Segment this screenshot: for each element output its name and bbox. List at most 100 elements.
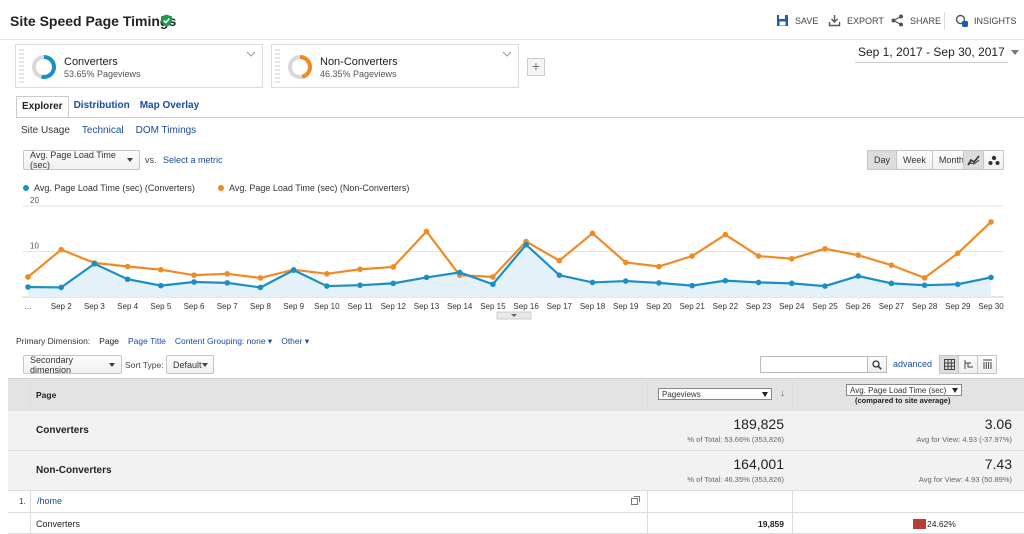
comparison-view-button[interactable]	[958, 355, 978, 374]
table-search-input[interactable]	[760, 356, 868, 373]
export-icon	[828, 15, 841, 27]
chevron-down-icon[interactable]	[246, 51, 256, 57]
advanced-filter-link[interactable]: advanced	[893, 359, 932, 369]
data-point	[257, 275, 264, 281]
subtab-dom-timings[interactable]: DOM Timings	[136, 125, 197, 136]
x-tick-label: Sep 29	[945, 302, 971, 311]
subtab-technical[interactable]: Technical	[82, 125, 124, 136]
data-point	[622, 259, 629, 266]
subtab-site-usage[interactable]: Site Usage	[21, 125, 70, 136]
group-pageviews: 164,001	[733, 456, 784, 472]
primary-dimension-page[interactable]: Page	[99, 336, 119, 347]
x-tick-label: Sep 23	[746, 302, 772, 311]
drag-handle-icon[interactable]	[275, 49, 280, 83]
tab-distribution[interactable]: Distribution	[69, 96, 135, 118]
tab-map-overlay[interactable]: Map Overlay	[135, 96, 204, 118]
pageviews-metric-select[interactable]: Pageviews	[658, 388, 772, 400]
date-range-text: Sep 1, 2017 - Sep 30, 2017	[858, 45, 1005, 59]
sort-desc-icon[interactable]: ↓	[780, 388, 785, 399]
x-tick-label: Sep 2	[51, 302, 72, 311]
metric-dropdown[interactable]: Avg. Page Load Time (sec)	[23, 150, 140, 170]
row-page-link[interactable]: /home	[37, 496, 62, 506]
x-tick-label: Sep 7	[217, 302, 238, 311]
insights-button[interactable]: INSIGHTS	[955, 14, 1017, 27]
pivot-view-button[interactable]	[977, 355, 997, 374]
date-range-picker[interactable]: Sep 1, 2017 - Sep 30, 2017	[858, 45, 1019, 59]
save-label: SAVE	[795, 15, 819, 26]
primary-dimension-page-title[interactable]: Page Title	[128, 336, 166, 347]
drag-handle-icon[interactable]	[19, 49, 24, 83]
data-point	[755, 253, 762, 259]
secondary-dimension-dropdown[interactable]: Secondary dimension	[23, 354, 122, 375]
data-point	[58, 246, 65, 253]
caret-down-icon	[762, 391, 768, 397]
primary-dimension-other[interactable]: Other ▾	[281, 336, 309, 347]
save-button[interactable]: SAVE	[776, 14, 818, 27]
tab-explorer[interactable]: Explorer	[16, 96, 69, 118]
table-row: 1. /home	[8, 491, 1024, 513]
week-button[interactable]: Week	[896, 150, 933, 170]
data-point	[722, 231, 729, 238]
insights-icon	[955, 14, 968, 27]
data-point	[423, 274, 430, 281]
report-tabs: Explorer Distribution Map Overlay	[16, 96, 204, 118]
data-point	[191, 272, 197, 278]
data-point	[988, 274, 994, 281]
primary-dimension-bar: Primary Dimension: Page Page Title Conte…	[16, 336, 309, 347]
chevron-down-icon[interactable]	[502, 51, 512, 57]
data-point	[25, 284, 31, 290]
data-point	[788, 280, 795, 287]
segment-name: Non-Converters	[320, 56, 398, 68]
line-chart-icon	[967, 154, 980, 165]
sort-type-dropdown[interactable]: Default	[166, 355, 214, 374]
segment-share: 53.65% Pageviews	[64, 69, 141, 79]
add-segment-button[interactable]: +	[527, 58, 545, 76]
sort-type-value: Default	[173, 359, 202, 370]
x-tick-label: Sep 6	[184, 302, 205, 311]
primary-dimension-content-grouping[interactable]: Content Grouping: none ▾	[175, 336, 272, 347]
data-point	[58, 284, 65, 291]
loadtime-metric-select[interactable]: Avg. Page Load Time (sec)	[846, 384, 962, 396]
column-header-page[interactable]: Page	[36, 390, 56, 400]
segment-card-converters[interactable]: Converters 53.65% Pageviews	[15, 44, 263, 88]
group-row-converters: Converters 189,825 % of Total: 53.66% (3…	[8, 411, 1024, 451]
content-grouping-label: Content Grouping: none	[174, 336, 266, 346]
data-point	[888, 280, 895, 287]
data-point	[158, 282, 164, 289]
group-name: Converters	[36, 425, 89, 436]
data-point	[390, 264, 397, 270]
search-button[interactable]	[867, 356, 887, 373]
data-point	[888, 262, 895, 268]
data-point	[921, 282, 928, 288]
data-point	[158, 266, 164, 273]
sort-type-label: Sort Type:	[125, 360, 164, 370]
segment-card-non-converters[interactable]: Non-Converters 46.35% Pageviews	[271, 44, 519, 88]
share-button[interactable]: SHARE	[891, 14, 941, 27]
data-point	[224, 280, 231, 286]
x-tick-label: Sep 25	[812, 302, 838, 311]
motion-chart-button[interactable]	[983, 150, 1004, 170]
select-metric-link[interactable]: Select a metric	[163, 155, 223, 165]
day-button[interactable]: Day	[867, 150, 898, 170]
line-chart-button[interactable]	[963, 150, 984, 170]
data-point	[822, 283, 828, 289]
data-point	[855, 273, 861, 279]
row-number: 1.	[19, 497, 26, 506]
x-tick-label: Sep 12	[381, 302, 407, 311]
data-point	[589, 279, 596, 286]
caret-down-icon	[201, 362, 208, 367]
data-point	[124, 276, 131, 283]
x-tick-label: Sep 28	[912, 302, 938, 311]
data-point	[689, 282, 695, 289]
group-loadtime-note: Avg for View: 4.93 (50.89%)	[918, 475, 1012, 484]
explorer-subtabs: Site Usage Technical DOM Timings	[21, 125, 196, 136]
data-point	[490, 274, 496, 280]
save-icon	[777, 15, 788, 26]
data-point	[556, 257, 563, 264]
data-view-button[interactable]	[939, 355, 959, 374]
export-button[interactable]: EXPORT	[828, 14, 884, 27]
open-page-icon[interactable]	[631, 496, 640, 505]
chart-type-toggle	[963, 150, 1004, 170]
secondary-dimension-value: Secondary dimension	[30, 354, 74, 375]
y-tick-label: 10	[30, 242, 39, 251]
